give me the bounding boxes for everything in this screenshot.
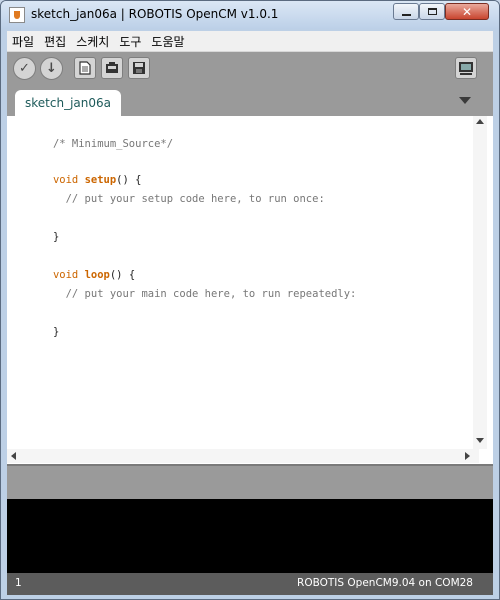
- horizontal-scrollbar[interactable]: [7, 449, 479, 463]
- vertical-scrollbar[interactable]: [473, 116, 487, 449]
- verify-icon: ✓: [19, 61, 30, 76]
- menu-file[interactable]: 파일: [7, 33, 39, 50]
- code-comment: /* Minimum_Source*/: [52, 138, 174, 150]
- board-port-label: ROBOTIS OpenCM9.04 on COM28: [297, 577, 473, 589]
- minimize-icon: [401, 13, 411, 16]
- code-line: void loop() {: [15, 247, 135, 281]
- java-cup-icon: [9, 7, 25, 23]
- open-button[interactable]: [101, 57, 123, 79]
- app-window: sketch_jan06a | ROBOTIS OpenCM v1.0.1 ✕ …: [0, 0, 500, 600]
- scroll-right-arrow-icon[interactable]: [465, 452, 470, 460]
- console-output[interactable]: [7, 499, 493, 573]
- open-icon: [106, 62, 118, 73]
- new-icon: [79, 61, 91, 75]
- close-icon: ✕: [461, 4, 473, 19]
- code-line: void setup() {: [15, 152, 142, 186]
- serial-monitor-icon: [459, 62, 473, 75]
- status-bar: 1 ROBOTIS OpenCM9.04 on COM28: [7, 573, 493, 595]
- code-line: // put your setup code here, to run once…: [15, 171, 325, 205]
- code-comment: // put your setup code here, to run once…: [52, 193, 325, 205]
- code-line: // put your main code here, to run repea…: [15, 266, 357, 300]
- menu-tools[interactable]: 도구: [114, 33, 146, 50]
- new-button[interactable]: [74, 57, 96, 79]
- save-icon: [133, 62, 145, 74]
- menu-edit[interactable]: 편집: [39, 33, 71, 50]
- toolbar: ✓ ↓: [7, 52, 493, 85]
- save-button[interactable]: [128, 57, 150, 79]
- message-area: [7, 464, 493, 499]
- verify-button[interactable]: ✓: [13, 57, 36, 80]
- code-editor[interactable]: /* Minimum_Source*/ void setup() { // pu…: [7, 116, 493, 464]
- close-button[interactable]: ✕: [445, 3, 489, 20]
- code-line: }: [15, 304, 59, 338]
- scroll-down-arrow-icon[interactable]: [476, 438, 484, 443]
- title-bar[interactable]: sketch_jan06a | ROBOTIS OpenCM v1.0.1 ✕: [1, 1, 499, 29]
- menu-help[interactable]: 도움말: [146, 33, 189, 50]
- menu-sketch[interactable]: 스케치: [71, 33, 114, 50]
- code-comment: // put your main code here, to run repea…: [52, 288, 357, 300]
- maximize-icon: [427, 8, 437, 15]
- code-text: }: [52, 231, 60, 243]
- menu-bar: 파일 편집 스케치 도구 도움말: [7, 31, 493, 52]
- scroll-left-arrow-icon[interactable]: [11, 452, 16, 460]
- scroll-up-arrow-icon[interactable]: [476, 119, 484, 124]
- upload-icon: ↓: [46, 61, 57, 76]
- tab-bar: sketch_jan06a: [7, 85, 493, 116]
- code-line: }: [15, 209, 59, 243]
- code-line: /* Minimum_Source*/: [15, 116, 173, 150]
- serial-monitor-button[interactable]: [455, 57, 477, 79]
- maximize-button[interactable]: [419, 3, 445, 20]
- tab-menu-arrow-icon[interactable]: [459, 97, 471, 104]
- code-text: }: [52, 326, 60, 338]
- upload-button[interactable]: ↓: [40, 57, 63, 80]
- tab-sketch[interactable]: sketch_jan06a: [15, 90, 121, 116]
- minimize-button[interactable]: [393, 3, 419, 20]
- window-title: sketch_jan06a | ROBOTIS OpenCM v1.0.1: [31, 7, 279, 21]
- line-number: 1: [15, 577, 22, 589]
